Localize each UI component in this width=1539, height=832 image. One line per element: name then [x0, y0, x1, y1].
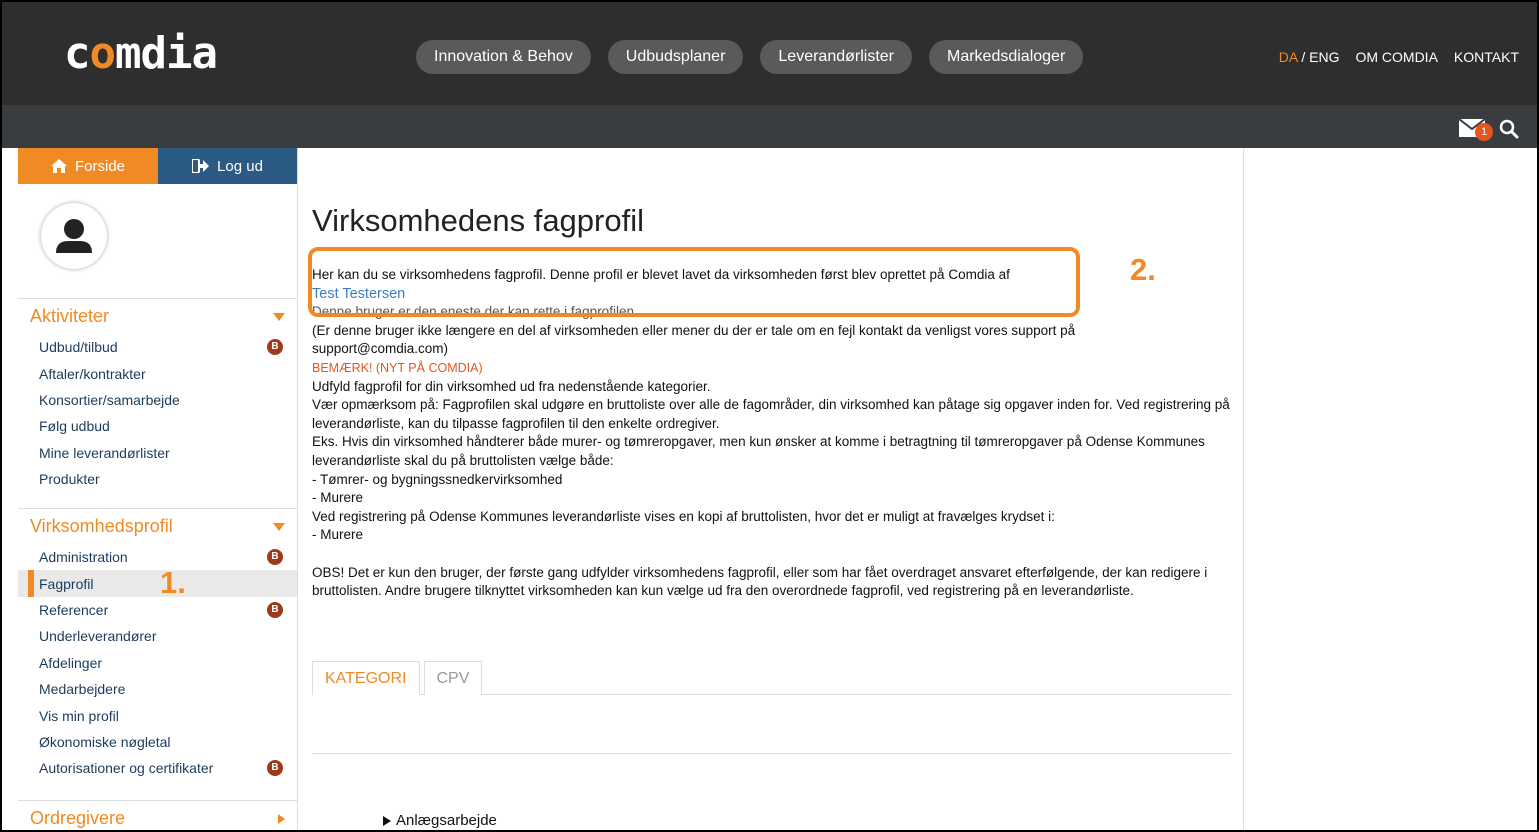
- lang-da-link[interactable]: DA: [1279, 49, 1298, 65]
- about-link[interactable]: OM COMDIA: [1355, 49, 1437, 65]
- chevron-down-icon: [273, 312, 285, 321]
- sidebar-item-underleverandoerer[interactable]: Underleverandører: [18, 623, 297, 649]
- sidebar-item-oekonomiske-noegletal[interactable]: Økonomiske nøgletal: [18, 729, 297, 755]
- sidebar-item-medarbejdere[interactable]: Medarbejdere: [18, 676, 297, 702]
- nav-markedsdialoger[interactable]: Markedsdialoger: [929, 40, 1084, 74]
- home-icon: [50, 159, 67, 173]
- tree-item-anlaegsarbejde[interactable]: Anlægsarbejde: [383, 812, 497, 829]
- contact-link[interactable]: KONTAKT: [1454, 49, 1519, 65]
- section-header-virksomhedsprofil[interactable]: Virksomhedsprofil: [18, 508, 297, 544]
- section-header-ordregivere[interactable]: Ordregivere: [18, 800, 297, 830]
- status-badge: B: [267, 549, 283, 566]
- sidebar-item-konsortier[interactable]: Konsortier/samarbejde: [18, 387, 297, 413]
- divider: [312, 753, 1231, 754]
- tab-kategori[interactable]: KATEGORI: [312, 661, 420, 695]
- caret-right-icon: [383, 815, 391, 826]
- logout-button[interactable]: Log ud: [158, 148, 297, 184]
- chevron-right-icon: [278, 813, 285, 824]
- annotation-number-1: 1.: [160, 565, 186, 600]
- sidebar-item-administration[interactable]: Administration B: [18, 544, 297, 570]
- sidebar-item-fagprofil[interactable]: Fagprofil: [18, 570, 297, 598]
- highlight-box: [308, 247, 1080, 317]
- sign-out-icon: [192, 159, 210, 173]
- sidebar-item-vis-min-profil[interactable]: Vis min profil: [18, 702, 297, 728]
- section-ordregivere: Ordregivere: [18, 800, 297, 830]
- sidebar-item-afdelinger[interactable]: Afdelinger: [18, 650, 297, 676]
- home-button[interactable]: Forside: [18, 148, 158, 184]
- support-email-link[interactable]: support@comdia.com): [312, 340, 1232, 359]
- annotation-number-2: 2.: [1130, 252, 1156, 287]
- nav-udbudsplaner[interactable]: Udbudsplaner: [607, 40, 744, 74]
- lang-eng-link[interactable]: ENG: [1309, 49, 1339, 65]
- comdia-logo[interactable]: comdia: [64, 32, 218, 76]
- nav-leverandoerlister[interactable]: Leverandørlister: [760, 40, 912, 74]
- sidebar: Forside Log ud Aktiviteter Udbud/tilbud …: [18, 148, 297, 830]
- main-nav: Innovation & Behov Udbudsplaner Leverand…: [416, 40, 1084, 74]
- chevron-down-icon: [273, 522, 285, 531]
- sidebar-tabs: Forside Log ud: [18, 148, 297, 184]
- category-tabs: KATEGORI CPV: [312, 661, 1231, 695]
- sub-header-bar: 1: [2, 106, 1537, 148]
- section-header-aktiviteter[interactable]: Aktiviteter: [18, 298, 297, 334]
- nav-innovation-behov[interactable]: Innovation & Behov: [416, 40, 591, 74]
- sidebar-item-mine-leverandoerlister[interactable]: Mine leverandørlister: [18, 440, 297, 466]
- page-frame: comdia Innovation & Behov Udbudsplaner L…: [0, 0, 1539, 832]
- user-icon: [56, 219, 92, 253]
- section-aktiviteter: Aktiviteter Udbud/tilbud B Aftaler/kontra…: [18, 298, 297, 492]
- status-badge: B: [267, 339, 283, 356]
- sidebar-item-produkter[interactable]: Produkter: [18, 466, 297, 492]
- sidebar-item-autorisationer[interactable]: Autorisationer og certifikater B: [18, 755, 297, 781]
- avatar[interactable]: [41, 203, 107, 269]
- sidebar-item-aftaler-kontrakter[interactable]: Aftaler/kontrakter: [18, 360, 297, 386]
- notice-heading: BEMÆRK! (NYT PÅ COMDIA): [312, 360, 483, 375]
- status-badge: B: [267, 601, 283, 618]
- status-badge: B: [267, 760, 283, 777]
- sidebar-item-referencer[interactable]: Referencer B: [18, 597, 297, 623]
- tab-cpv[interactable]: CPV: [423, 661, 483, 695]
- language-switch: DA / ENG: [1278, 49, 1340, 65]
- search-icon[interactable]: [1499, 119, 1519, 139]
- sidebar-item-udbud-tilbud[interactable]: Udbud/tilbud B: [18, 334, 297, 360]
- page-title: Virksomhedens fagprofil: [312, 203, 644, 238]
- sidebar-item-foelg-udbud[interactable]: Følg udbud: [18, 413, 297, 439]
- section-virksomhedsprofil: Virksomhedsprofil Administration B Fagpro…: [18, 508, 297, 782]
- notification-count-badge: 1: [1475, 123, 1493, 141]
- top-links: DA / ENG OM COMDIA KONTAKT: [1279, 49, 1519, 65]
- top-header: comdia Innovation & Behov Udbudsplaner L…: [2, 2, 1537, 106]
